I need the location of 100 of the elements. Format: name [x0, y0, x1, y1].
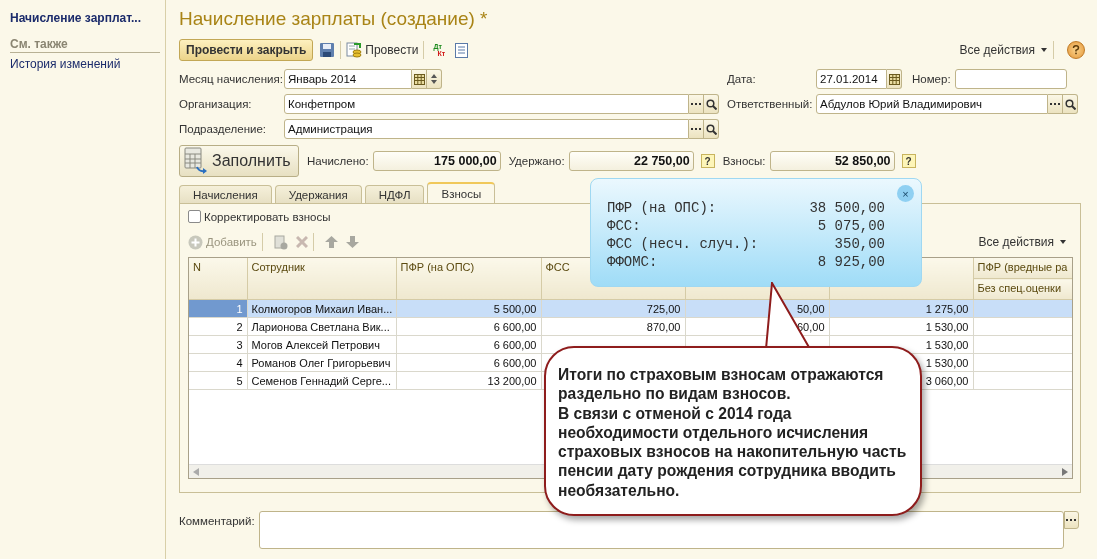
panel-title: Начисление зарплат...	[10, 11, 142, 25]
table-cell: 50,00	[796, 302, 825, 315]
help-icon[interactable]	[1067, 41, 1085, 59]
dots-icon	[1066, 518, 1077, 522]
column-header[interactable]: ПФР (на ОПС)	[400, 261, 475, 273]
search-button[interactable]	[704, 119, 719, 139]
close-button[interactable]: ×	[897, 185, 914, 202]
hint-button[interactable]: ?	[901, 154, 916, 168]
calendar-button[interactable]	[887, 69, 902, 89]
table-cell: 60,00	[796, 320, 825, 333]
column-header[interactable]: Сотрудник	[251, 261, 305, 273]
search-button[interactable]	[704, 94, 719, 114]
tab[interactable]: Удержания	[274, 185, 362, 203]
dots-icon	[1049, 102, 1061, 106]
popup-value: 8 925,00	[817, 253, 885, 271]
checkbox[interactable]	[188, 210, 201, 223]
total-label: Удержано:	[508, 155, 565, 167]
popup-value: 5 075,00	[817, 217, 885, 235]
tab[interactable]: Начисления	[179, 185, 272, 203]
total-label: Взносы:	[722, 155, 766, 167]
post-and-close-button[interactable]: Провести и закрыть	[179, 39, 314, 61]
popup-label: ПФР (на ОПС):	[607, 199, 717, 217]
tab[interactable]: Взносы	[427, 182, 496, 203]
total-label: Начислено:	[307, 155, 369, 167]
total-field: 22 750,00	[568, 151, 694, 171]
table-cell: 1	[236, 302, 243, 315]
field-label: Подразделение:	[179, 123, 267, 135]
table-cell: Семенов Геннадий Серге...	[251, 374, 391, 387]
down-caret-icon	[431, 80, 437, 84]
calendar-button[interactable]	[412, 69, 427, 89]
field-label: Дата:	[727, 73, 757, 85]
table-cell: 5 500,00	[493, 302, 537, 315]
up-caret-icon	[431, 74, 437, 78]
table-cell: 3	[236, 338, 243, 351]
calendar-icon	[413, 73, 425, 85]
total-field: 52 850,00	[769, 151, 895, 171]
history-link[interactable]: История изменений	[10, 57, 121, 71]
field-label: Месяц начисления:	[179, 73, 284, 85]
search-icon	[1064, 98, 1076, 110]
search-icon	[705, 123, 717, 135]
all-actions-menu[interactable]: Все действия	[959, 43, 1047, 57]
select-button[interactable]	[689, 94, 704, 114]
popup-label: ФСС (несч. случ.):	[607, 235, 759, 253]
column-header[interactable]: N	[193, 261, 201, 273]
table-cell: 870,00	[646, 320, 681, 333]
hint-button[interactable]: ?	[700, 154, 715, 168]
popup-label: ФСС:	[607, 217, 641, 235]
fill-button[interactable]: Заполнить	[179, 145, 299, 177]
total-field: 175 000,00	[372, 151, 501, 171]
department-field[interactable]: Администрация	[284, 119, 689, 139]
select-button[interactable]	[1064, 511, 1079, 529]
field-label: Ответственный:	[727, 98, 814, 110]
dots-icon	[690, 102, 702, 106]
caret-icon	[1041, 48, 1047, 52]
month-field[interactable]: Январь 2014	[284, 69, 412, 89]
callout-text: В связи с отменой с 2014 года необходимости отдельного исчисления страховых взносов на накопительную часть пенсии дату рождения сотрудника вводить необязательно.	[558, 403, 908, 501]
table-cell: 1 530,00	[925, 356, 969, 369]
save-icon[interactable]	[319, 42, 336, 58]
table-cell: 6 600,00	[493, 320, 537, 333]
table-cell: 13 200,00	[487, 374, 537, 387]
organization-field[interactable]: Конфетпром	[284, 94, 689, 114]
checkbox-label: Корректировать взносы	[204, 210, 331, 223]
table-cell: 725,00	[646, 302, 681, 315]
table-cell: 2	[236, 320, 243, 333]
post-button[interactable]: Провести	[346, 42, 419, 58]
table-cell: 3 060,00	[925, 374, 969, 387]
document-icon[interactable]	[455, 42, 469, 58]
search-button[interactable]	[1063, 94, 1078, 114]
column-header[interactable]: ФСС	[545, 261, 570, 273]
select-button[interactable]	[689, 119, 704, 139]
table-cell: Могов Алексей Петрович	[251, 338, 380, 351]
table-cell: 1 530,00	[925, 320, 969, 333]
document-coins-icon	[346, 42, 363, 58]
table-cell: 4	[236, 356, 243, 369]
table-cell: 5	[236, 374, 243, 387]
table-cell: 1 530,00	[925, 338, 969, 351]
table-cell: Романов Олег Григорьевич	[251, 356, 391, 369]
scroll-right-icon[interactable]	[1062, 467, 1068, 476]
section-heading: См. также	[10, 37, 160, 53]
table-cell: 6 600,00	[493, 338, 537, 351]
spin-button[interactable]	[427, 69, 442, 89]
popup-label: ФФОМС:	[607, 253, 658, 271]
number-field[interactable]	[954, 69, 1067, 89]
field-label: Номер:	[912, 73, 951, 85]
search-icon	[705, 98, 717, 110]
popup-value: 350,00	[834, 235, 885, 253]
popup-value: 38 500,00	[809, 199, 885, 217]
plus-icon	[188, 234, 203, 250]
caret-icon	[1060, 240, 1066, 244]
tab[interactable]: НДФЛ	[364, 185, 425, 203]
select-button[interactable]	[1048, 94, 1063, 114]
table-cell: 6 600,00	[493, 356, 537, 369]
comment-field[interactable]	[259, 511, 1064, 549]
table-cell: Ларионова Светлана Вик...	[251, 320, 390, 333]
document-title: Начисление зарплаты (создание) *	[179, 8, 488, 30]
date-field[interactable]: 27.01.2014	[816, 69, 887, 89]
dots-icon	[690, 127, 702, 131]
calendar-icon	[888, 73, 900, 85]
table-cell: Колмогоров Михаил Иван...	[251, 302, 393, 315]
responsible-field[interactable]: Абдулов Юрий Владимирович	[816, 94, 1048, 114]
